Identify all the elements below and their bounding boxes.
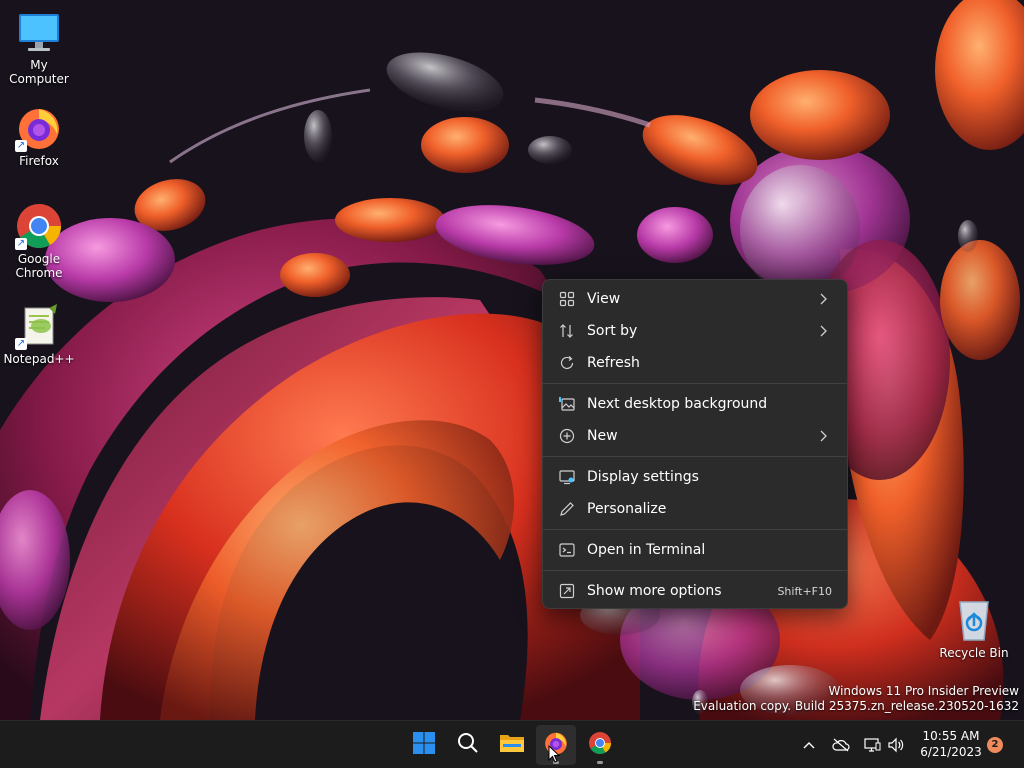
chevron-right-icon — [815, 325, 831, 337]
desktop-icon-google-chrome[interactable]: ↗ Google Chrome — [0, 202, 78, 280]
sort-icon — [558, 322, 576, 340]
folder-icon — [499, 732, 525, 758]
chrome-icon — [588, 731, 612, 759]
windows-start-icon — [412, 731, 436, 759]
menu-separator — [543, 529, 847, 530]
desktop-icon-notepad-plus-plus[interactable]: ↗ Notepad++ — [0, 302, 78, 366]
chevron-up-icon[interactable] — [799, 735, 819, 755]
menu-item-sort-by[interactable]: Sort by — [547, 315, 843, 347]
menu-item-view[interactable]: View — [547, 283, 843, 315]
taskbar-search-button[interactable] — [448, 725, 488, 765]
onedrive-offline-icon[interactable] — [831, 735, 851, 755]
desktop-icon-my-computer[interactable]: My Computer — [0, 8, 78, 86]
taskbar-start-button[interactable] — [404, 725, 444, 765]
menu-separator — [543, 570, 847, 571]
desktop-icon-firefox[interactable]: ↗ Firefox — [0, 104, 78, 168]
menu-item-label: Show more options — [587, 583, 722, 599]
desktop-wallpaper — [0, 0, 1024, 720]
desktop-icon-label: My Computer — [9, 58, 69, 86]
notepad-plus-plus-icon: ↗ — [15, 302, 63, 350]
refresh-icon — [558, 354, 576, 372]
clock-time: 10:55 AM — [922, 729, 980, 743]
monitor-icon — [15, 8, 63, 56]
evaluation-watermark: Windows 11 Pro Insider Preview Evaluatio… — [693, 684, 1019, 714]
menu-item-label: New — [587, 428, 618, 444]
chevron-right-icon — [815, 293, 831, 305]
menu-item-new[interactable]: New — [547, 420, 843, 452]
search-icon — [456, 731, 480, 759]
recycle-bin-icon — [950, 596, 998, 644]
network-icon[interactable] — [862, 735, 882, 755]
plus-circle-icon — [558, 427, 576, 445]
menu-item-show-more-options[interactable]: Show more options Shift+F10 — [547, 575, 843, 607]
taskbar-chrome-button[interactable] — [580, 725, 620, 765]
display-settings-icon — [558, 468, 576, 486]
menu-item-shortcut: Shift+F10 — [777, 584, 832, 598]
clock-date: 6/21/2023 — [920, 745, 982, 759]
menu-item-personalize[interactable]: Personalize — [547, 493, 843, 525]
menu-item-next-desktop-background[interactable]: Next desktop background — [547, 388, 843, 420]
menu-item-open-in-terminal[interactable]: Open in Terminal — [547, 534, 843, 566]
chrome-icon: ↗ — [15, 202, 63, 250]
desktop-icon-label: Firefox — [19, 154, 59, 168]
desktop-icon-label: Google Chrome — [15, 252, 63, 280]
taskbar: 10:55 AM 6/21/2023 2 — [0, 720, 1024, 768]
mouse-cursor-icon — [548, 744, 561, 767]
desktop-icon-recycle-bin[interactable]: Recycle Bin — [935, 596, 1013, 660]
taskbar-clock[interactable]: 10:55 AM 6/21/2023 — [916, 728, 986, 760]
notification-badge[interactable]: 2 — [987, 737, 1003, 753]
menu-item-label: Sort by — [587, 323, 638, 339]
more-options-icon — [558, 582, 576, 600]
shortcut-arrow-icon: ↗ — [15, 140, 27, 152]
menu-item-label: Personalize — [587, 501, 667, 517]
taskbar-firefox-button[interactable] — [536, 725, 576, 765]
volume-icon[interactable] — [886, 735, 906, 755]
watermark-line-1: Windows 11 Pro Insider Preview — [828, 684, 1019, 698]
desktop-icon-label: Recycle Bin — [939, 646, 1009, 660]
firefox-icon: ↗ — [15, 104, 63, 152]
menu-item-label: Refresh — [587, 355, 640, 371]
shortcut-arrow-icon: ↗ — [15, 338, 27, 350]
menu-item-label: View — [587, 291, 621, 307]
running-indicator — [597, 761, 603, 764]
taskbar-file-explorer-button[interactable] — [492, 725, 532, 765]
shortcut-arrow-icon: ↗ — [15, 238, 27, 250]
watermark-line-2: Evaluation copy. Build 25375.zn_release.… — [693, 699, 1019, 713]
desktop[interactable]: My Computer ↗ Firefox ↗ Google Chrome ↗ … — [0, 0, 1024, 720]
menu-item-label: Next desktop background — [587, 396, 768, 412]
menu-separator — [543, 456, 847, 457]
menu-item-refresh[interactable]: Refresh — [547, 347, 843, 379]
pen-icon — [558, 500, 576, 518]
desktop-icon-label: Notepad++ — [3, 352, 75, 366]
chevron-right-icon — [815, 430, 831, 442]
terminal-icon — [558, 541, 576, 559]
menu-item-label: Display settings — [587, 469, 699, 485]
menu-item-display-settings[interactable]: Display settings — [547, 461, 843, 493]
grid-view-icon — [558, 290, 576, 308]
desktop-context-menu: View Sort by Refresh Next desktop backgr… — [542, 279, 848, 609]
menu-item-label: Open in Terminal — [587, 542, 706, 558]
next-background-icon — [558, 395, 576, 413]
menu-separator — [543, 383, 847, 384]
